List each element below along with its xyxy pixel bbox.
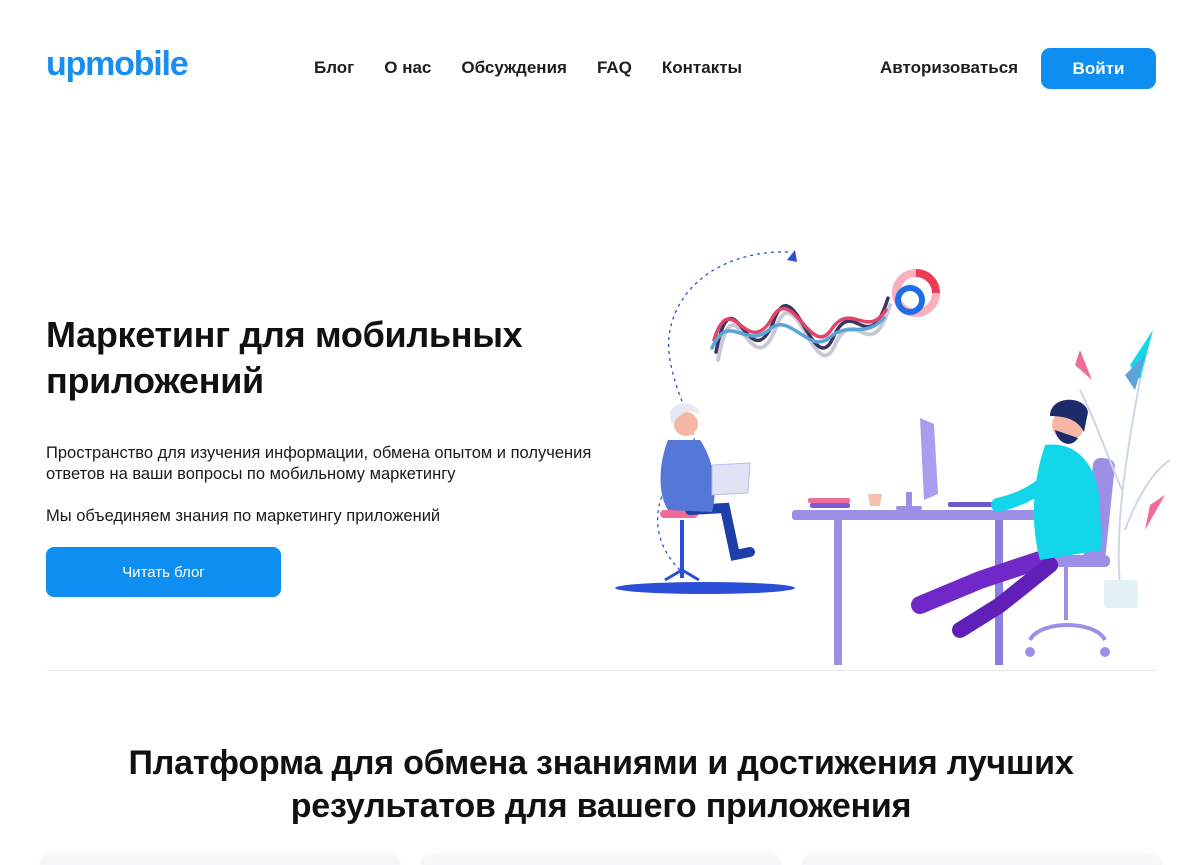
section-divider (46, 670, 1156, 671)
read-blog-button[interactable]: Читать блог (46, 547, 281, 597)
nav-item-discussions[interactable]: Обсуждения (461, 57, 567, 79)
hero-title: Маркетинг для мобильных приложений (46, 314, 523, 401)
register-link[interactable]: Авторизоваться (880, 57, 1018, 79)
woman-legs (685, 502, 755, 561)
logo[interactable]: upmobile (46, 44, 189, 84)
desk-top (792, 510, 1050, 520)
nav-item-blog[interactable]: Блог (314, 57, 354, 79)
main-nav: Блог О нас Обсуждения FAQ Контакты (314, 57, 742, 79)
woman-body (660, 440, 715, 512)
nav-item-about[interactable]: О нас (384, 57, 431, 79)
feature-card (40, 855, 400, 865)
login-button[interactable]: Войти (1041, 48, 1156, 89)
chair-wheel-2 (1100, 647, 1110, 657)
arrow-head-icon (787, 250, 797, 262)
leaf-pink-2 (1145, 495, 1165, 530)
site-header: upmobile Блог О нас Обсуждения FAQ Конта… (0, 0, 1202, 138)
laptop (711, 462, 751, 496)
feature-card (802, 855, 1162, 865)
feature-card (421, 855, 781, 865)
nav-item-contacts[interactable]: Контакты (662, 57, 742, 79)
desk-leg-left (834, 520, 842, 665)
plant-pot (1104, 580, 1138, 608)
keyboard (948, 502, 996, 507)
chair-wheel (1025, 647, 1035, 657)
man-body (1033, 444, 1102, 560)
hero-subtitle: Мы объединяем знания по маркетингу прило… (46, 507, 441, 525)
books (808, 498, 850, 503)
section-title: Платформа для обмена знаниями и достижен… (128, 744, 1074, 825)
chair-legs-man (1028, 623, 1107, 642)
desk-leg-right (995, 520, 1003, 665)
monitor (920, 418, 938, 500)
leaf-pink (1075, 350, 1092, 380)
monitor-base (896, 506, 922, 510)
books-2 (810, 503, 850, 508)
floor-shadow (615, 582, 795, 594)
nav-item-faq[interactable]: FAQ (597, 57, 632, 79)
hero-description: Пространство для изучения информации, об… (46, 444, 592, 483)
analytics-team-illustration (615, 250, 1171, 665)
cup-icon (868, 494, 882, 506)
